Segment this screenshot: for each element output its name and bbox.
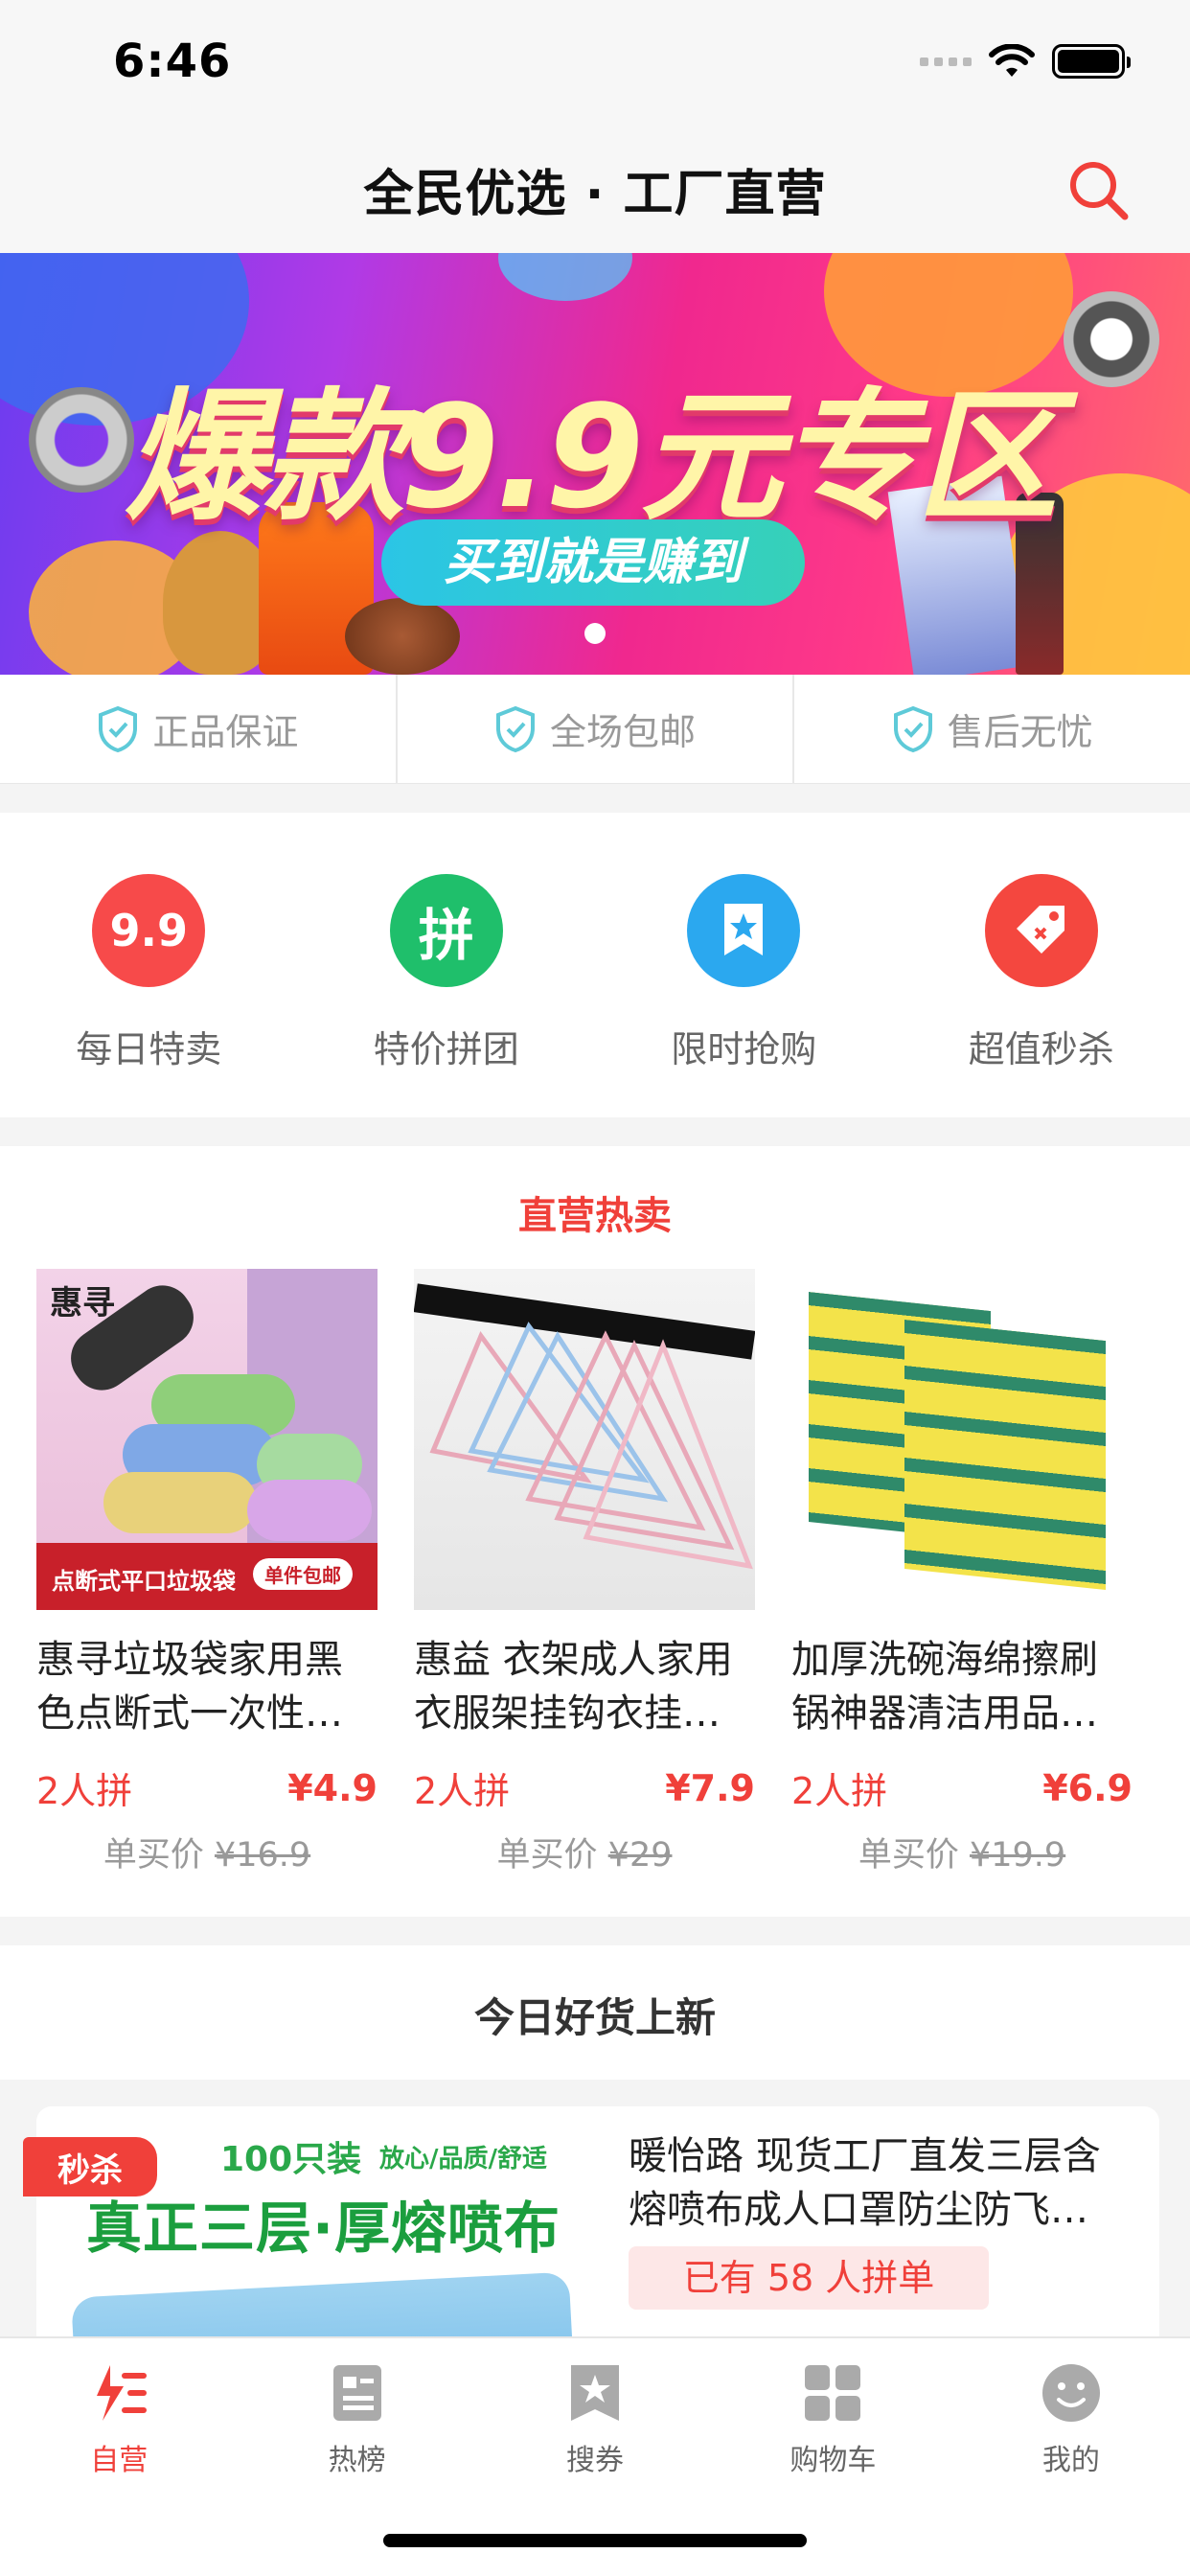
single-price-label: 单买价 [103,1836,204,1874]
single-price-row: 单买价 ¥19.9 [791,1828,1133,1876]
guarantee-item: 正品保证 [0,675,398,783]
status-bar: 6:46 [0,0,1190,128]
battery-icon [1052,44,1131,79]
ring-image [29,387,134,493]
status-time: 6:46 [113,34,232,88]
nuts-image [345,598,460,675]
hot-sale-section: 直营热卖 惠寻 点断式平口垃圾袋 单件包邮 惠寻垃圾袋家用黑色点断式一次性… 2… [0,1146,1190,1917]
document-list-icon [332,2365,381,2421]
category-seckill[interactable]: 超值秒杀 [893,813,1190,1117]
product-name: 加厚洗碗海绵擦刷锅神器清洁用品… [791,1638,1098,1736]
tab-label: 热榜 [328,2444,386,2477]
shield-check-icon [496,705,535,752]
category-group-buy[interactable]: 拼 特价拼团 [298,813,596,1117]
home-indicator [383,2534,807,2547]
guarantee-item: 售后无忧 [794,675,1190,783]
status-icons [920,44,1131,79]
group-price: ¥7.9 [665,1766,755,1809]
single-price: ¥29 [607,1836,673,1874]
discount-tag-icon [984,874,1098,987]
smiley-face-icon [1041,2364,1100,2422]
product-card[interactable]: 加厚洗碗海绵擦刷锅神器清洁用品… 2人拼 ¥6.9 单买价 ¥19.9 [791,1269,1133,1876]
category-label: 超值秒杀 [968,1028,1114,1070]
shield-check-icon [893,705,932,752]
category-daily-deal[interactable]: 9.9 每日特卖 [0,813,298,1117]
single-price-label: 单买价 [496,1836,598,1874]
guarantee-label: 售后无忧 [947,711,1093,753]
guarantee-strip: 正品保证 全场包邮 售后无忧 [0,675,1190,784]
single-price-row: 单买价 ¥29 [414,1828,755,1876]
guarantee-label: 正品保证 [152,711,299,753]
group-buy-icon: 拼 [389,874,503,987]
image-count-text: 100只装 [220,2140,362,2179]
section-title: 直营热卖 [518,1194,672,1238]
group-buy-label: 2人拼 [414,1770,511,1812]
product-name: 惠益 衣架成人家用衣服架挂钩衣挂… [414,1638,733,1736]
product-image-sponges [791,1269,1133,1610]
single-price-row: 单买价 ¥16.9 [36,1828,378,1876]
category-grid: 9.9 每日特卖 拼 特价拼团 限时抢购 超值秒杀 [0,813,1190,1117]
single-price: ¥19.9 [969,1836,1066,1874]
group-count-badge: 已有 58 人拼单 [629,2246,989,2310]
brand-logo: 惠寻 [50,1284,115,1322]
product-card[interactable]: 惠益 衣架成人家用衣服架挂钩衣挂… 2人拼 ¥7.9 单买价 ¥29 [414,1269,755,1876]
category-label: 每日特卖 [76,1028,222,1070]
watch-image [1064,291,1159,387]
single-price: ¥16.9 [214,1836,311,1874]
wifi-icon [989,44,1035,77]
group-buy-label: 2人拼 [36,1770,133,1812]
group-price: ¥6.9 [1042,1766,1133,1809]
guarantee-item: 全场包邮 [398,675,795,783]
tab-label: 自营 [90,2444,149,2477]
tab-self-operated[interactable]: 自营 [0,2338,238,2576]
ribbon-star-icon [687,874,801,987]
banner-headline: 爆款9.9元专区 [125,375,1058,540]
carousel-indicator[interactable] [584,623,606,644]
banner-subline: 买到就是赚到 [381,519,805,606]
category-label: 限时抢购 [671,1028,817,1070]
category-flash-sale[interactable]: 限时抢购 [595,813,893,1117]
tab-label: 搜券 [566,2444,625,2477]
promo-banner[interactable]: 爆款9.9元专区 买到就是赚到 [0,253,1190,675]
group-price: ¥4.9 [287,1766,378,1809]
seckill-tag: 秒杀 [23,2137,157,2196]
search-icon[interactable] [1065,157,1133,224]
new-arrivals-header: 今日好货上新 [0,1945,1190,2080]
image-sub-text: 放心/品质/舒适 [379,2145,547,2174]
star-bookmark-icon [571,2365,620,2421]
image-tag: 单件包邮 [253,1558,353,1590]
product-image-trash-bags: 惠寻 点断式平口垃圾袋 单件包邮 [36,1269,378,1610]
single-price-label: 单买价 [858,1836,959,1874]
product-image-hangers [414,1269,755,1610]
grid-icon [805,2365,861,2421]
bolt-list-icon [97,2365,148,2421]
product-name: 暖怡路 现货工厂直发三层含熔喷布成人口罩防尘防飞… [629,2134,1101,2232]
image-caption: 点断式平口垃圾袋 [52,1568,236,1595]
signal-icon [920,57,972,66]
group-buy-label: 2人拼 [791,1770,888,1812]
tab-profile[interactable]: 我的 [952,2338,1190,2576]
guarantee-label: 全场包邮 [550,711,697,753]
image-headline: 真正三层·厚熔喷布 [86,2196,561,2261]
tab-label: 我的 [1041,2444,1100,2477]
category-label: 特价拼团 [373,1028,519,1070]
product-name: 惠寻垃圾袋家用黑色点断式一次性… [36,1638,343,1736]
section-title: 今日好货上新 [473,1994,716,2041]
nav-bar: 全民优选 · 工厂直营 [0,128,1190,253]
shield-check-icon [99,705,138,752]
page-title: 全民优选 · 工厂直营 [363,166,827,223]
price-tag-99-icon: 9.9 [92,874,206,987]
tab-label: 购物车 [790,2444,877,2477]
product-card[interactable]: 惠寻 点断式平口垃圾袋 单件包邮 惠寻垃圾袋家用黑色点断式一次性… 2人拼 ¥4… [36,1269,378,1876]
